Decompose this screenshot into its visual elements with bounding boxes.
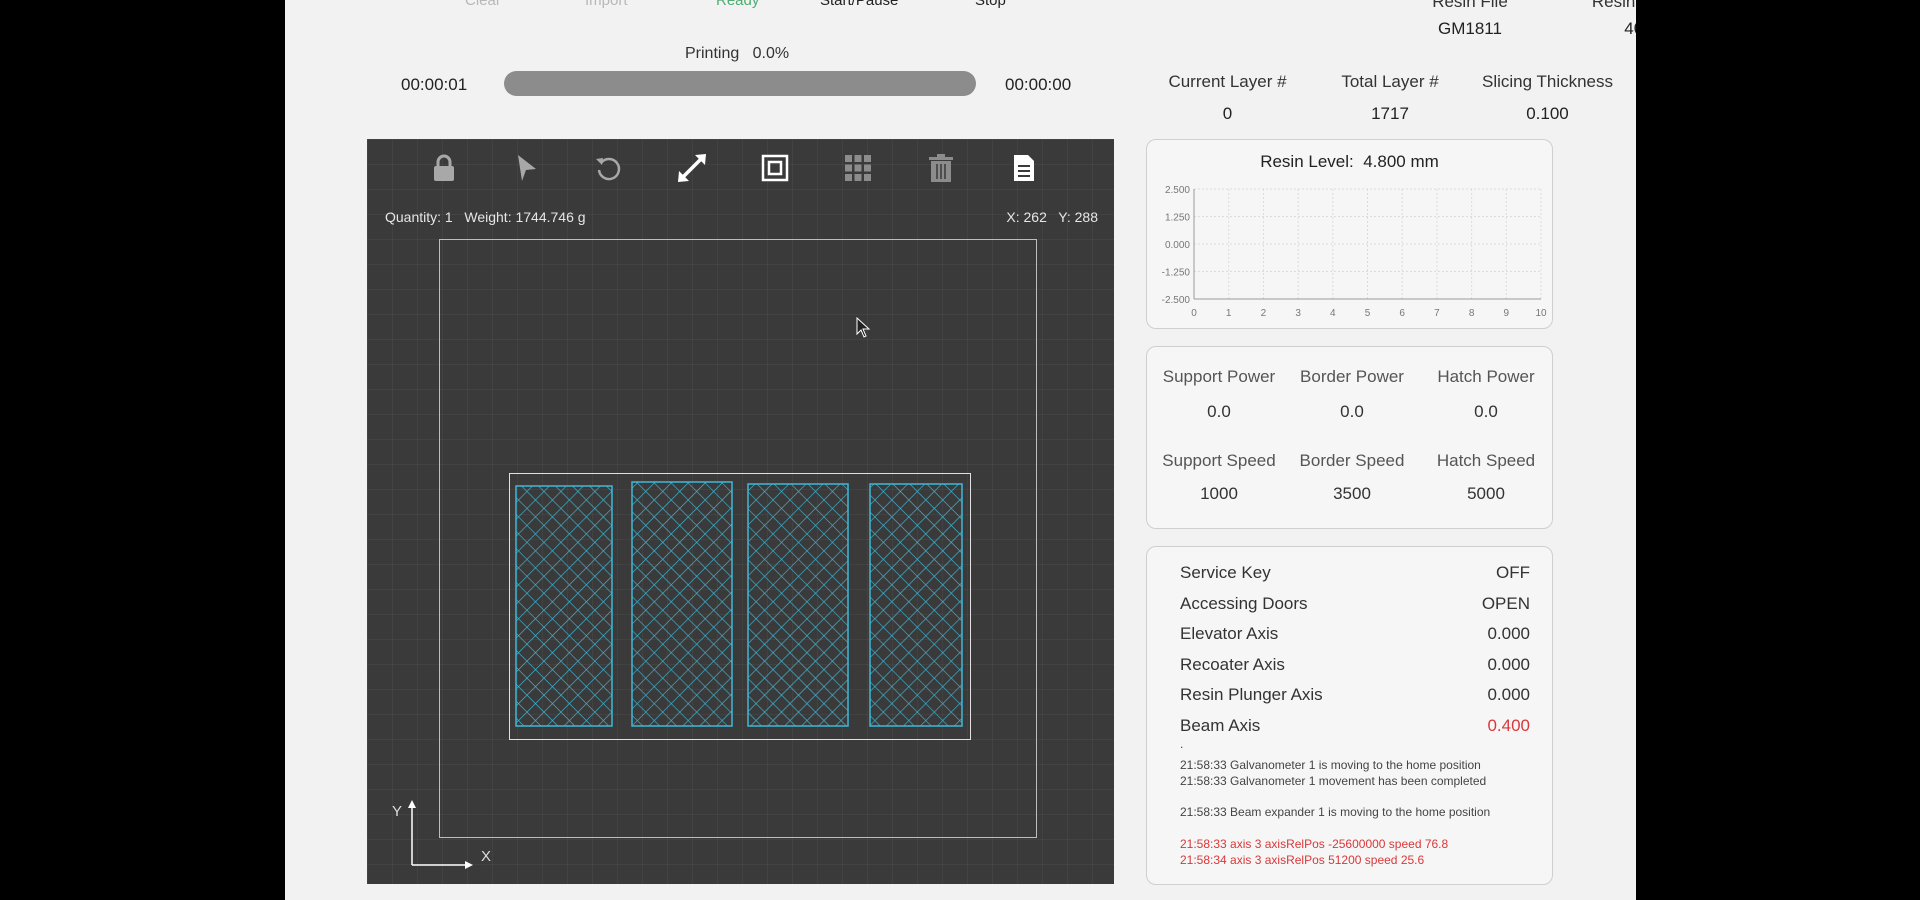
total-layer-value: 1717 xyxy=(1371,104,1409,123)
x-tick-label: 0 xyxy=(1191,308,1197,319)
resin-vat-height-label: Resin Vat Height xyxy=(1591,0,1636,11)
service-key-value: OFF xyxy=(1496,563,1530,582)
lattice-column-3 xyxy=(747,483,849,727)
x-tick-label: 1 xyxy=(1226,308,1232,319)
log-line-error: 21:58:34 axis 3 axisRelPos 51200 speed 2… xyxy=(1180,853,1425,867)
x-tick-label: 10 xyxy=(1535,308,1547,319)
log-line: 21:58:33 Galvanometer 1 is moving to the… xyxy=(1180,758,1481,772)
current-layer-label: Current Layer # xyxy=(1168,72,1287,91)
printer-control-window: Clear Import Ready Start/Pause Stop Resi… xyxy=(285,0,1636,900)
ready-status-label: Ready xyxy=(716,0,760,9)
slicing-thickness-label: Slicing Thickness xyxy=(1481,72,1614,91)
part-bounding-box[interactable] xyxy=(509,473,971,740)
stop-button[interactable]: Stop xyxy=(975,0,1006,9)
fit-view-icon[interactable] xyxy=(758,151,792,185)
resin-file-label: Resin File xyxy=(1432,0,1508,11)
y-tick-label: 1.250 xyxy=(1165,213,1190,224)
x-tick-label: 4 xyxy=(1330,308,1336,319)
part-summary: Quantity: 1 Weight: 1744.746 g xyxy=(385,209,586,225)
rotate-icon[interactable] xyxy=(592,151,626,185)
resin-file-value: GM1811 xyxy=(1438,19,1502,38)
support-power-label: Support Power xyxy=(1162,367,1276,386)
y-tick-label: -1.250 xyxy=(1162,268,1191,279)
y-tick-label: -2.500 xyxy=(1162,295,1191,306)
print-status: Printing 0.0% xyxy=(685,45,789,63)
support-power-value: 0.0 xyxy=(1207,402,1231,421)
viewport-toolbar xyxy=(367,139,1114,199)
log-line: 21:58:33 Galvanometer 1 movement has bee… xyxy=(1180,774,1487,788)
beam-axis-value: 0.400 xyxy=(1487,716,1530,735)
border-power-value: 0.0 xyxy=(1340,402,1364,421)
support-speed-label: Support Speed xyxy=(1162,451,1276,470)
total-layer-label: Total Layer # xyxy=(1341,72,1439,91)
mouse-cursor xyxy=(856,317,871,338)
grid-array-icon[interactable] xyxy=(841,151,875,185)
accessing-doors-value: OPEN xyxy=(1481,594,1530,613)
log-line: 21:58:33 Beam expander 1 is moving to th… xyxy=(1180,805,1491,819)
elapsed-time: 00:00:01 xyxy=(401,75,468,94)
hatch-power-value: 0.0 xyxy=(1474,402,1498,421)
cursor-x: X: 262 xyxy=(1006,209,1047,225)
print-progress-bar xyxy=(504,71,976,96)
y-tick-label: 2.500 xyxy=(1165,185,1190,196)
cursor-y: Y: 288 xyxy=(1058,209,1098,225)
beam-axis-label: Beam Axis xyxy=(1180,716,1261,735)
border-power-label: Border Power xyxy=(1300,367,1404,386)
start-pause-button[interactable]: Start/Pause xyxy=(820,0,898,9)
lattice-column-1 xyxy=(515,485,613,727)
import-button[interactable]: Import xyxy=(585,0,628,9)
lattice-column-4 xyxy=(869,483,963,727)
remaining-time: 00:00:00 xyxy=(1005,75,1072,94)
weight-text: Weight: 1744.746 g xyxy=(464,209,586,225)
resin-plunger-axis-label: Resin Plunger Axis xyxy=(1180,685,1323,704)
current-layer-value: 0 xyxy=(1222,104,1233,123)
x-tick-label: 7 xyxy=(1434,308,1440,319)
resin-level-chart: 0 1 2 3 4 5 6 7 8 9 10 2.500 1.250 0.000 -1.250 -2.500 xyxy=(1162,185,1547,319)
slicing-thickness-value: 0.100 xyxy=(1526,104,1569,123)
accessing-doors-label: Accessing Doors xyxy=(1180,594,1308,613)
quantity-text: Quantity: 1 xyxy=(385,209,453,225)
elevator-axis-value: 0.000 xyxy=(1487,624,1530,643)
clear-button[interactable]: Clear xyxy=(465,0,501,9)
x-tick-label: 5 xyxy=(1365,308,1371,319)
x-tick-label: 8 xyxy=(1469,308,1475,319)
printing-percent: 0.0% xyxy=(752,45,790,62)
resin-plunger-axis-value: 0.000 xyxy=(1487,685,1530,704)
hatch-speed-label: Hatch Speed xyxy=(1436,451,1536,470)
service-key-label: Service Key xyxy=(1180,563,1271,582)
printing-label: Printing xyxy=(685,45,740,62)
recoater-axis-label: Recoater Axis xyxy=(1180,655,1285,674)
build-viewport[interactable]: Quantity: 1 Weight: 1744.746 g X: 262 Y:… xyxy=(367,139,1114,884)
border-speed-value: 3500 xyxy=(1333,484,1371,503)
hatch-power-label: Hatch Power xyxy=(1437,367,1535,386)
x-tick-label: 3 xyxy=(1295,308,1301,319)
x-tick-label: 6 xyxy=(1399,308,1405,319)
axis-indicator xyxy=(408,800,473,869)
hatch-speed-value: 5000 xyxy=(1467,484,1505,503)
machine-status-panel: Service Key OFF Accessing Doors OPEN Ele… xyxy=(1146,546,1553,885)
border-speed-label: Border Speed xyxy=(1299,451,1405,470)
trash-icon[interactable] xyxy=(924,151,958,185)
resin-level-panel: Resin Level: 4.800 mm 0 1 2 3 4 5 6 7 8 9 10 2.500 1… xyxy=(1146,139,1553,329)
scale-icon[interactable] xyxy=(675,151,709,185)
log-separator: . xyxy=(1180,737,1184,751)
axis-x-label: X xyxy=(481,848,492,865)
lock-icon[interactable] xyxy=(427,151,461,185)
lattice-column-2 xyxy=(631,481,733,727)
log-line-error: 21:58:33 axis 3 axisRelPos -25600000 spe… xyxy=(1180,837,1449,851)
axis-y-label: Y xyxy=(392,803,403,820)
x-tick-label: 2 xyxy=(1261,308,1267,319)
report-icon[interactable] xyxy=(1007,151,1041,185)
recoater-axis-value: 0.000 xyxy=(1487,655,1530,674)
part-lattice xyxy=(515,481,963,727)
y-tick-label: 0.000 xyxy=(1165,240,1190,251)
cursor-coordinates: X: 262 Y: 288 xyxy=(1006,209,1098,225)
resin-vat-height-value: 400 mm xyxy=(1624,19,1636,38)
support-speed-value: 1000 xyxy=(1200,484,1238,503)
x-tick-label: 9 xyxy=(1504,308,1510,319)
select-arrow-icon[interactable] xyxy=(509,151,543,185)
laser-parameters-panel: Support Power 0.0 Border Power 0.0 Hatch… xyxy=(1146,346,1553,529)
elevator-axis-label: Elevator Axis xyxy=(1180,624,1279,643)
